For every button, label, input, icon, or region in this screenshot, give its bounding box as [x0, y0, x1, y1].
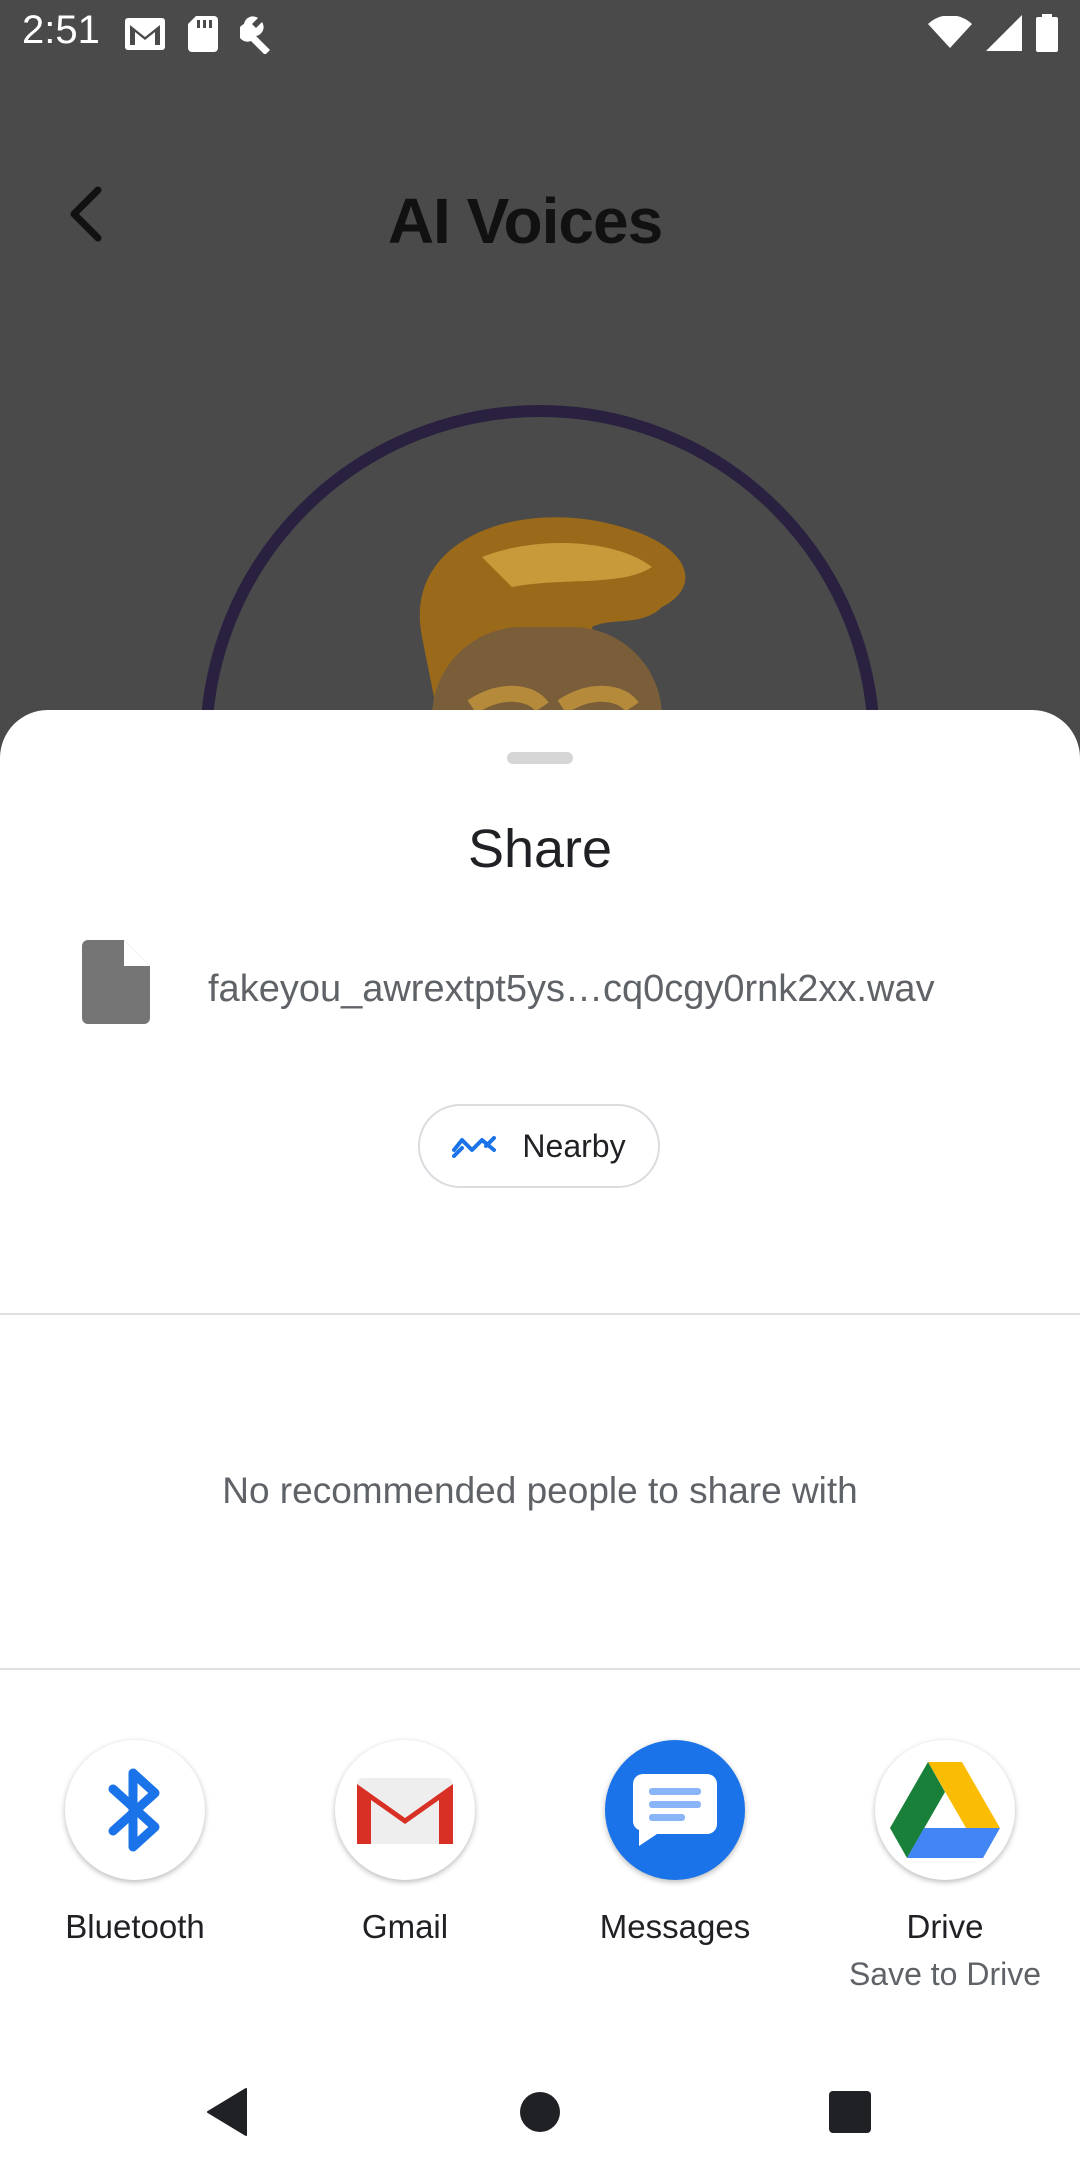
nav-back-button[interactable] — [186, 2072, 266, 2152]
signal-icon — [986, 15, 1022, 51]
share-target-label: Bluetooth — [65, 1908, 205, 1945]
nav-home-button[interactable] — [500, 2072, 580, 2152]
gmail-notification-icon — [125, 18, 165, 50]
share-target-bluetooth[interactable]: Bluetooth — [0, 1740, 270, 1946]
sd-card-icon — [188, 16, 218, 52]
wifi-icon — [928, 16, 972, 48]
wrench-icon — [240, 16, 270, 54]
bluetooth-icon — [108, 1768, 160, 1852]
app-header: AI Voices — [0, 150, 1080, 270]
battery-icon — [1036, 14, 1058, 52]
nearby-share-icon — [452, 1136, 497, 1158]
divider — [0, 1668, 1080, 1670]
home-circle-icon — [520, 2092, 560, 2132]
share-target-sublabel: Save to Drive — [848, 1956, 1042, 1992]
divider — [0, 1313, 1080, 1315]
nearby-share-button[interactable]: Nearby — [418, 1104, 660, 1188]
back-triangle-icon — [207, 2088, 247, 2136]
recents-square-icon — [829, 2091, 871, 2133]
share-target-messages[interactable]: Messages — [540, 1740, 810, 1946]
navigation-bar — [0, 2060, 1080, 2160]
status-time: 2:51 — [22, 8, 100, 52]
file-icon — [82, 940, 150, 1024]
share-target-label: Messages — [599, 1908, 751, 1945]
page-title: AI Voices — [387, 185, 663, 257]
gmail-app-icon — [357, 1778, 453, 1844]
status-bar: 2:51 — [0, 0, 1080, 66]
share-sheet: Share fakeyou_awrextpt5ys…cq0cgy0rnk2xx.… — [0, 710, 1080, 2160]
messages-icon — [633, 1774, 717, 1846]
shared-file: fakeyou_awrextpt5ys…cq0cgy0rnk2xx.wav — [0, 940, 1080, 1040]
no-recommended-people-text: No recommended people to share with — [222, 1470, 858, 1511]
share-title: Share — [467, 819, 613, 879]
share-target-label: Drive — [906, 1908, 984, 1945]
drag-handle[interactable] — [507, 752, 573, 764]
drive-icon — [890, 1762, 1000, 1858]
nearby-label: Nearby — [522, 1127, 626, 1164]
share-target-drive[interactable]: Drive Save to Drive — [810, 1740, 1080, 1993]
share-target-label: Gmail — [361, 1908, 449, 1945]
share-target-gmail[interactable]: Gmail — [270, 1740, 540, 1946]
nav-recents-button[interactable] — [810, 2072, 890, 2152]
file-name: fakeyou_awrextpt5ys…cq0cgy0rnk2xx.wav — [208, 968, 935, 1010]
